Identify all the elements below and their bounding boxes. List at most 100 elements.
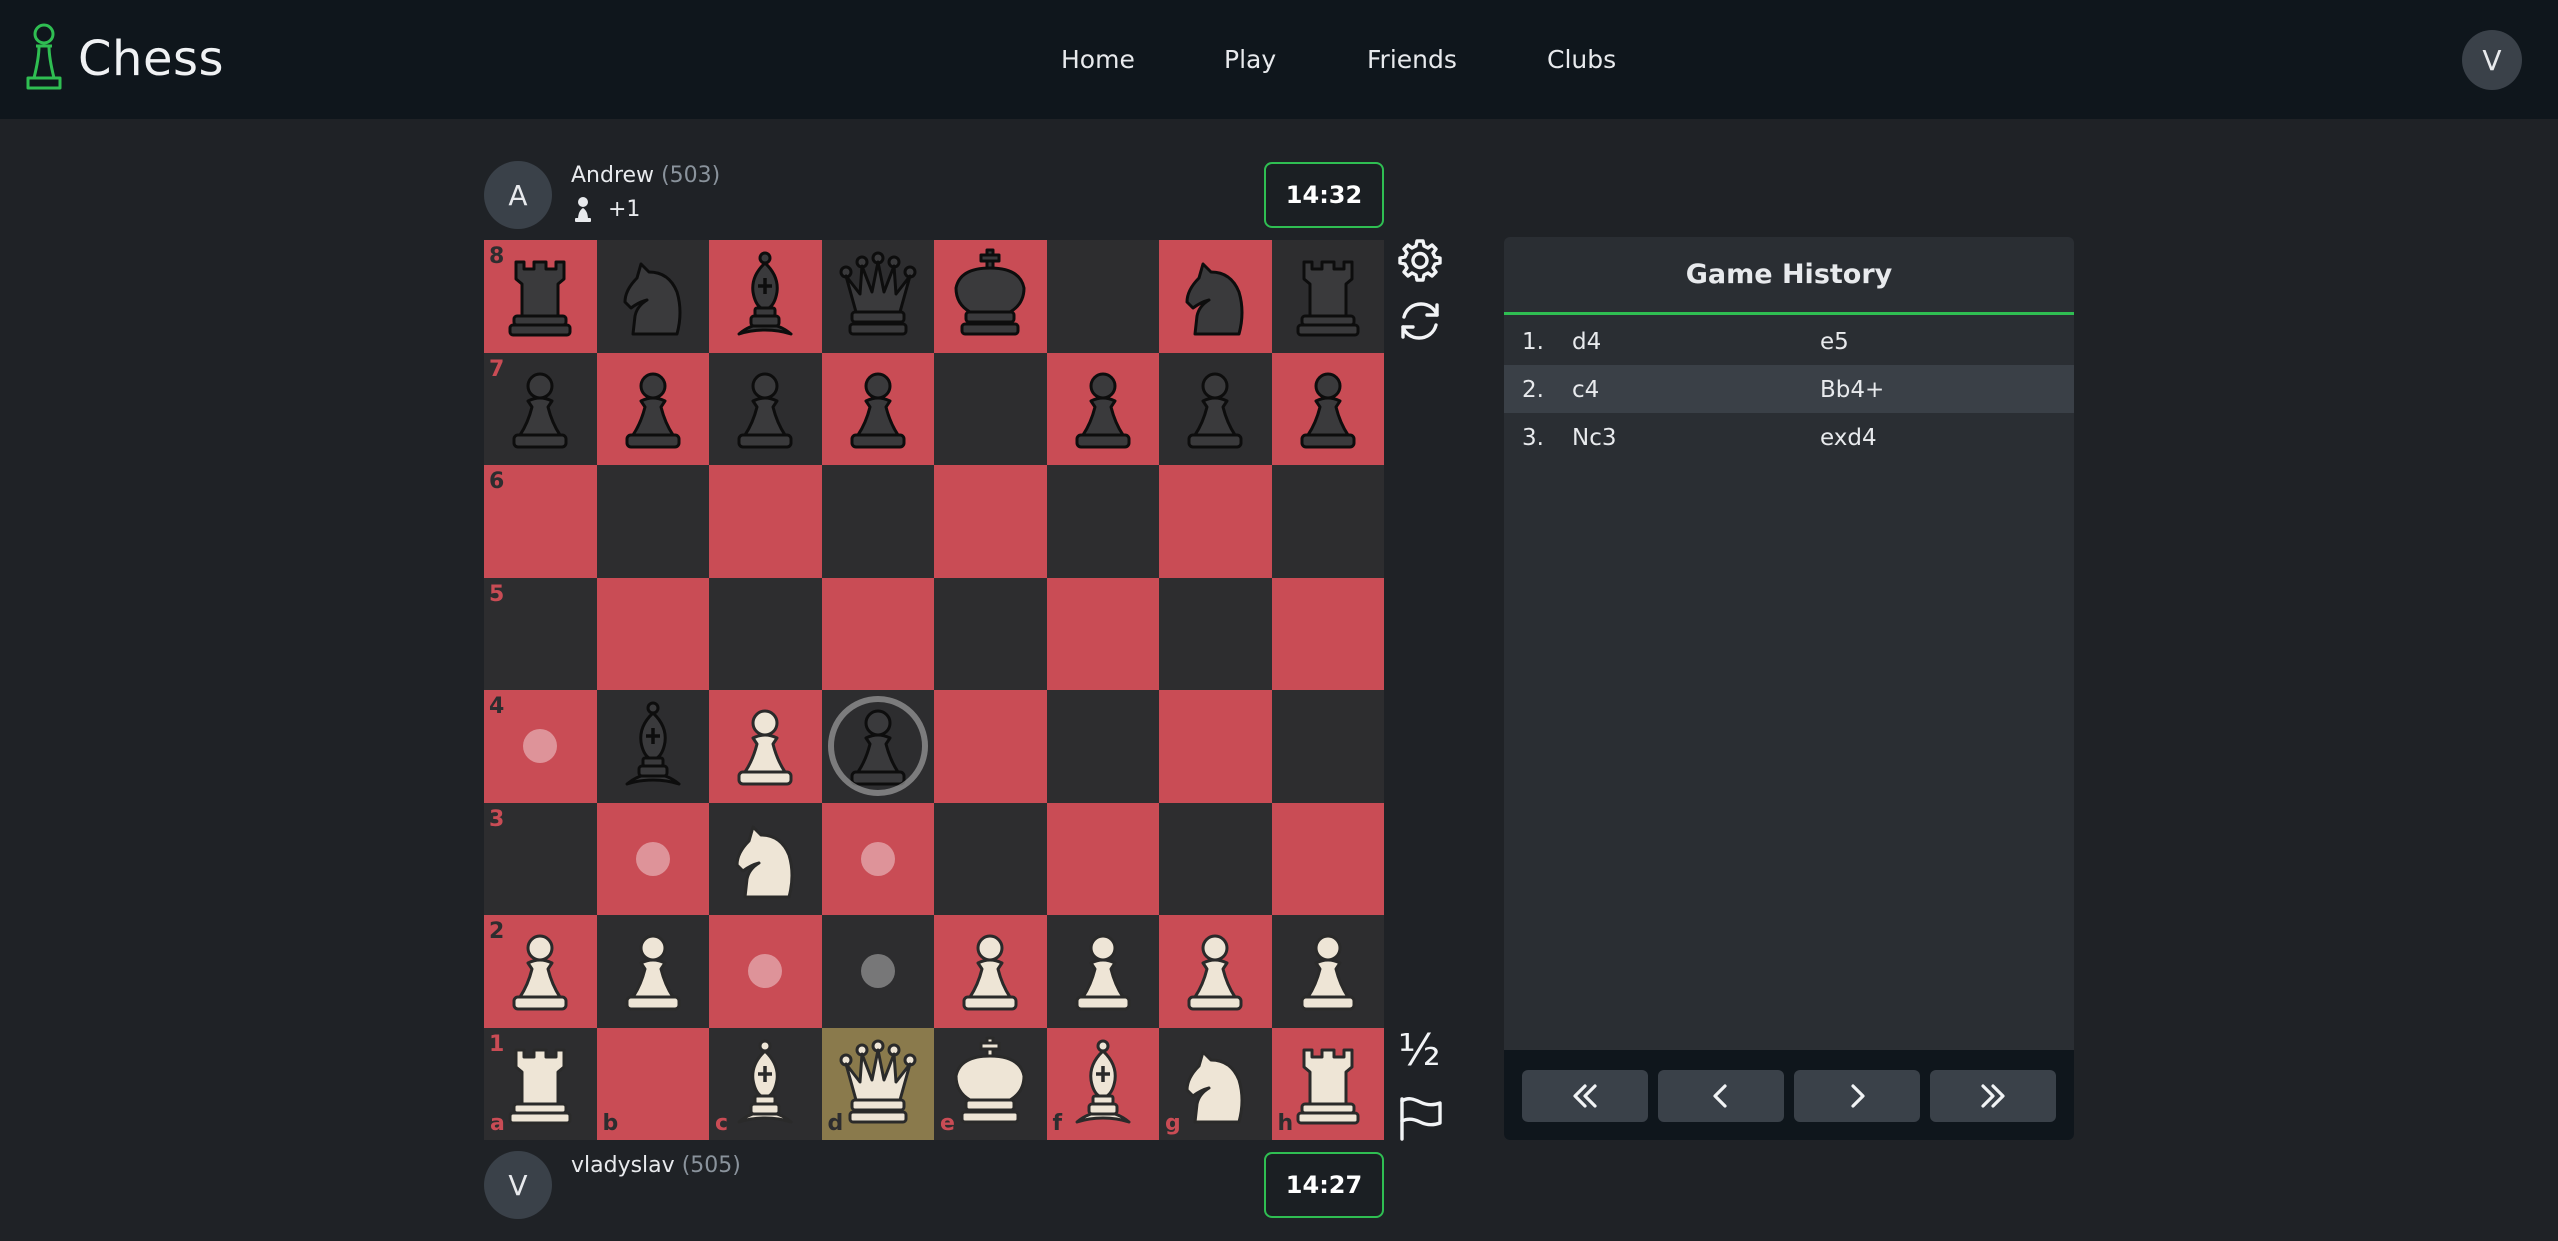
square-f1[interactable]: f — [1046, 1027, 1159, 1140]
move-hint-dot[interactable] — [748, 954, 782, 988]
black-pawn-icon[interactable] — [715, 359, 815, 459]
square-d4[interactable] — [821, 690, 934, 803]
square-g4[interactable] — [1159, 690, 1272, 803]
square-f4[interactable] — [1046, 690, 1159, 803]
square-e8[interactable] — [934, 240, 1047, 353]
white-pawn-icon[interactable] — [715, 696, 815, 796]
move-hint-dot[interactable] — [860, 954, 895, 988]
square-g8[interactable] — [1159, 240, 1272, 353]
white-knight-icon[interactable] — [715, 809, 815, 909]
square-a2[interactable]: 2 — [484, 915, 597, 1028]
white-move[interactable]: c4 — [1572, 377, 1599, 403]
white-bishop-icon[interactable] — [1053, 1034, 1153, 1134]
black-knight-icon[interactable] — [603, 246, 703, 346]
square-c5[interactable] — [709, 577, 822, 690]
square-b3[interactable] — [596, 802, 709, 915]
first-move-button[interactable] — [1522, 1070, 1648, 1122]
black-move[interactable]: Bb4+ — [1820, 377, 1884, 403]
square-c8[interactable] — [709, 240, 822, 353]
settings-button[interactable] — [1396, 236, 1444, 284]
square-d5[interactable] — [821, 577, 934, 690]
square-e1[interactable]: e — [934, 1027, 1047, 1140]
square-h7[interactable] — [1271, 352, 1384, 465]
white-pawn-icon[interactable] — [490, 921, 590, 1021]
square-f6[interactable] — [1046, 465, 1159, 578]
previous-move-button[interactable] — [1658, 1070, 1784, 1122]
square-b2[interactable] — [596, 915, 709, 1028]
black-rook-icon[interactable] — [490, 246, 590, 346]
square-d2[interactable] — [821, 915, 934, 1028]
square-b6[interactable] — [596, 465, 709, 578]
square-f5[interactable] — [1046, 577, 1159, 690]
square-g1[interactable]: g — [1159, 1027, 1272, 1140]
square-a6[interactable]: 6 — [484, 465, 597, 578]
square-a4[interactable]: 4 — [484, 690, 597, 803]
nav-friends[interactable]: Friends — [1367, 40, 1457, 80]
move-hint-dot[interactable] — [635, 841, 670, 876]
square-e6[interactable] — [934, 465, 1047, 578]
white-king-icon[interactable] — [940, 1034, 1040, 1134]
square-a8[interactable]: 8 — [484, 240, 597, 353]
square-h1[interactable]: h — [1271, 1027, 1384, 1140]
white-pawn-icon[interactable] — [1165, 921, 1265, 1021]
white-knight-icon[interactable] — [1165, 1034, 1265, 1134]
move-row[interactable]: 2. c4 Bb4+ — [1504, 365, 2074, 413]
square-c2[interactable] — [709, 915, 822, 1028]
square-e5[interactable] — [934, 577, 1047, 690]
square-e3[interactable] — [934, 802, 1047, 915]
square-d6[interactable] — [821, 465, 934, 578]
square-f8[interactable] — [1046, 240, 1159, 353]
nav-home[interactable]: Home — [1061, 40, 1135, 80]
black-rook-icon[interactable] — [1278, 246, 1378, 346]
square-b7[interactable] — [596, 352, 709, 465]
square-f2[interactable] — [1046, 915, 1159, 1028]
white-pawn-icon[interactable] — [1278, 921, 1378, 1021]
square-b4[interactable] — [596, 690, 709, 803]
black-knight-icon[interactable] — [1165, 246, 1265, 346]
white-rook-icon[interactable] — [490, 1034, 590, 1134]
white-pawn-icon[interactable] — [1053, 921, 1153, 1021]
move-row[interactable]: 1. d4 e5 — [1504, 317, 2074, 365]
square-h5[interactable] — [1271, 577, 1384, 690]
square-h3[interactable] — [1271, 802, 1384, 915]
black-pawn-icon[interactable] — [1053, 359, 1153, 459]
resign-button[interactable] — [1396, 1095, 1444, 1143]
white-queen-icon[interactable] — [828, 1034, 928, 1134]
white-move[interactable]: Nc3 — [1572, 425, 1616, 451]
next-move-button[interactable] — [1794, 1070, 1920, 1122]
nav-clubs[interactable]: Clubs — [1547, 40, 1616, 80]
square-b1[interactable]: b — [596, 1027, 709, 1140]
square-a5[interactable]: 5 — [484, 577, 597, 690]
square-g5[interactable] — [1159, 577, 1272, 690]
white-pawn-icon[interactable] — [940, 921, 1040, 1021]
square-c4[interactable] — [709, 690, 822, 803]
square-b5[interactable] — [596, 577, 709, 690]
black-queen-icon[interactable] — [828, 246, 928, 346]
square-a7[interactable]: 7 — [484, 352, 597, 465]
square-f7[interactable] — [1046, 352, 1159, 465]
white-pawn-icon[interactable] — [603, 921, 703, 1021]
white-move[interactable]: d4 — [1572, 329, 1601, 355]
square-a3[interactable]: 3 — [484, 802, 597, 915]
black-pawn-icon[interactable] — [1278, 359, 1378, 459]
square-g7[interactable] — [1159, 352, 1272, 465]
square-h4[interactable] — [1271, 690, 1384, 803]
flip-board-button[interactable] — [1396, 297, 1444, 345]
square-f3[interactable] — [1046, 802, 1159, 915]
square-d3[interactable] — [821, 802, 934, 915]
nav-play[interactable]: Play — [1224, 40, 1276, 80]
square-c1[interactable]: c — [709, 1027, 822, 1140]
chess-board[interactable]: 87 6 5 4 3 21ab cdefgh — [484, 240, 1384, 1140]
black-pawn-icon[interactable] — [490, 359, 590, 459]
square-a1[interactable]: 1a — [484, 1027, 597, 1140]
black-king-icon[interactable] — [940, 246, 1040, 346]
black-pawn-icon[interactable] — [1165, 359, 1265, 459]
square-h8[interactable] — [1271, 240, 1384, 353]
square-h6[interactable] — [1271, 465, 1384, 578]
black-pawn-icon[interactable] — [603, 359, 703, 459]
move-hint-dot[interactable] — [523, 729, 557, 763]
square-b8[interactable] — [596, 240, 709, 353]
black-move[interactable]: e5 — [1820, 329, 1849, 355]
square-c7[interactable] — [709, 352, 822, 465]
capture-hint-ring[interactable] — [827, 696, 928, 796]
